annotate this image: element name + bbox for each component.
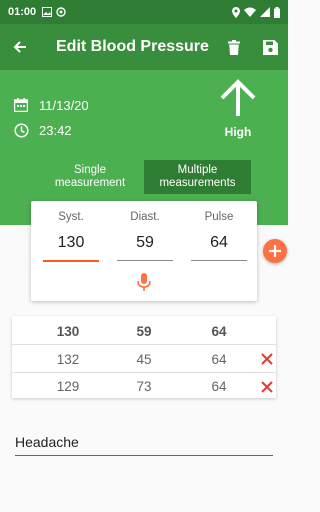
systolic-column: Syst. 130	[43, 201, 99, 262]
row-diastolic: 45	[136, 351, 152, 367]
average-systolic: 130	[56, 323, 80, 339]
row-systolic: 132	[56, 351, 80, 367]
table-row: 132 45 64	[12, 346, 276, 373]
single-measurement-label: Single measurement	[54, 163, 126, 189]
signal-icon	[260, 7, 270, 17]
systolic-input[interactable]: 130	[43, 234, 99, 256]
measurements-table: 130 59 64 132 45 64 129 73 64	[12, 316, 276, 398]
arrow-up-icon	[220, 79, 256, 116]
measurement-entry-card: Syst. 130 Diast. 59 Pulse 64	[31, 201, 257, 301]
status-bar: 01:00	[0, 0, 288, 24]
page-title: Edit Blood Pressure	[56, 38, 209, 55]
single-measurement-tab[interactable]: Single measurement	[40, 160, 140, 194]
save-button[interactable]	[252, 24, 288, 70]
average-pulse: 64	[211, 323, 227, 339]
save-icon	[262, 39, 278, 55]
diastolic-input[interactable]: 59	[117, 234, 173, 256]
row-systolic: 129	[56, 379, 80, 394]
time-field[interactable]: 23:42	[13, 122, 72, 138]
pulse-label: Pulse	[204, 211, 234, 223]
diastolic-column: Diast. 59	[117, 201, 173, 261]
pulse-underline	[191, 260, 247, 261]
pressure-level-label: High	[224, 125, 252, 139]
calendar-icon	[13, 97, 29, 113]
plus-icon	[269, 245, 281, 257]
date-field[interactable]: 11/13/20	[13, 97, 89, 113]
delete-button[interactable]	[216, 24, 252, 70]
systolic-underline	[43, 260, 99, 262]
status-time: 01:00	[8, 6, 37, 18]
average-diastolic: 59	[136, 323, 152, 339]
clock-icon	[13, 122, 29, 138]
add-measurement-button[interactable]	[263, 239, 287, 263]
close-icon[interactable]	[260, 380, 274, 394]
pressure-level: High	[208, 78, 268, 139]
row-diastolic: 73	[136, 379, 152, 394]
multiple-measurements-tab[interactable]: Multiple measurements	[144, 160, 251, 194]
back-button[interactable]	[0, 24, 40, 70]
row-pulse: 64	[211, 379, 227, 394]
arrow-left-icon	[13, 41, 26, 53]
location-icon	[232, 6, 240, 18]
measurement-mode-toggle: Single measurement Multiple measurements	[0, 160, 288, 194]
multiple-measurements-label: Multiple measurements	[159, 163, 236, 189]
table-header-row: 130 59 64	[12, 318, 276, 345]
trash-icon	[228, 39, 240, 55]
sync-notification-icon	[56, 7, 66, 17]
pulse-column: Pulse 64	[191, 201, 247, 261]
note-input[interactable]: Headache	[15, 434, 273, 456]
row-pulse: 64	[211, 351, 227, 367]
battery-icon	[274, 6, 280, 18]
diastolic-underline	[117, 260, 173, 261]
pulse-input[interactable]: 64	[191, 234, 247, 256]
close-icon[interactable]	[260, 352, 274, 366]
microphone-icon[interactable]	[136, 273, 152, 291]
date-value: 11/13/20	[39, 97, 89, 113]
table-row: 129 73 64	[12, 373, 276, 400]
wifi-icon	[244, 7, 256, 17]
systolic-label: Syst.	[58, 211, 84, 223]
gallery-notification-icon	[42, 7, 53, 17]
time-value: 23:42	[39, 122, 72, 138]
app-bar: Edit Blood Pressure	[0, 24, 288, 70]
status-right-icons	[232, 6, 280, 18]
diastolic-label: Diast.	[130, 211, 160, 223]
